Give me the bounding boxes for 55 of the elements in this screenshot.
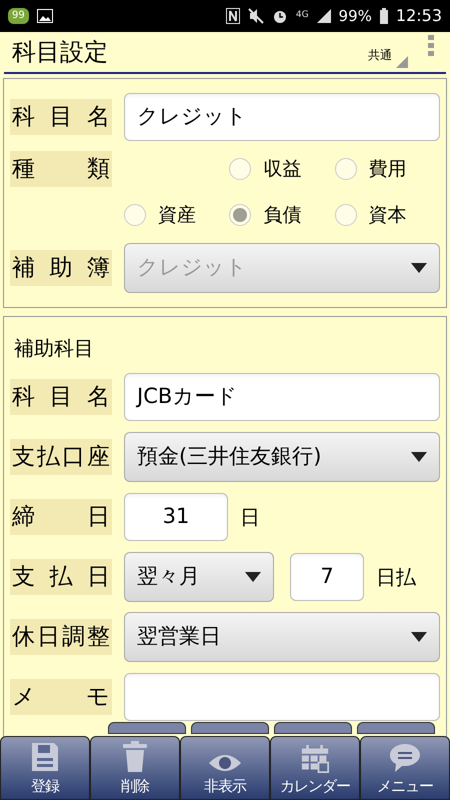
trash-icon (122, 740, 148, 772)
radio-option[interactable]: 収益 (229, 151, 335, 187)
radio-option[interactable]: 費用 (334, 151, 440, 187)
field-label: 支払口座 (10, 439, 112, 475)
radio-button[interactable] (334, 204, 357, 226)
overflow-menu-icon[interactable] (428, 35, 434, 56)
clock: 12:53 (396, 5, 442, 27)
battery-percent: 99% (338, 6, 372, 27)
network-type: 4G (296, 9, 309, 22)
signal-icon (316, 9, 331, 23)
field-label: 支払日 (10, 559, 112, 595)
eye-icon (208, 752, 242, 772)
nfc-icon (226, 8, 240, 24)
toolbar-button[interactable]: 削除 (90, 736, 180, 800)
text-field[interactable] (124, 673, 440, 721)
dropdown[interactable]: 翌営業日 (124, 612, 440, 662)
toolbar-button[interactable]: メニュー (360, 736, 450, 800)
radio-button[interactable] (229, 204, 252, 226)
unit-label: 日 (240, 504, 260, 531)
toolbar-button[interactable]: 非表示 (180, 736, 270, 800)
section-heading: 補助科目 (13, 335, 95, 362)
field-label: 種類 (10, 151, 112, 187)
radio-button[interactable] (229, 158, 252, 180)
dropdown-caret-icon (245, 572, 261, 582)
field-label: 科目名 (10, 379, 112, 415)
dropdown-caret-icon (411, 632, 427, 642)
alarm-icon (272, 8, 288, 24)
radio-option[interactable]: 資本 (334, 197, 440, 233)
dropdown-caret-icon (411, 452, 427, 462)
text-field[interactable]: 31 (124, 493, 228, 541)
field-label: メモ (10, 679, 112, 715)
radio-option[interactable]: 資産 (124, 197, 230, 233)
screen-title: 科目設定 (12, 37, 108, 68)
dropdown[interactable]: 翌々月 (124, 552, 274, 602)
text-field[interactable]: JCBカード (124, 373, 440, 421)
calendar-icon (301, 744, 329, 772)
image-icon (36, 9, 53, 23)
field-label: 補助簿 (10, 250, 112, 286)
toolbar-button[interactable]: カレンダー (270, 736, 360, 800)
speech-bubble-icon (389, 742, 421, 772)
field-label: 締日 (10, 499, 112, 535)
text-field[interactable]: クレジット (124, 93, 440, 141)
radio-button[interactable] (124, 204, 146, 226)
unit-label: 日払 (376, 564, 416, 591)
battery-icon (380, 8, 388, 24)
dropdown[interactable]: 預金(三井住友銀行) (124, 432, 440, 482)
toolbar-button[interactable]: 登録 (0, 736, 90, 800)
dropdown-caret-icon (411, 263, 427, 273)
app-badge: 99 (8, 8, 29, 24)
text-field[interactable]: 7 (290, 553, 364, 601)
field-label: 休日調整 (10, 619, 112, 655)
mute-icon (248, 8, 264, 24)
radio-button[interactable] (334, 158, 357, 180)
field-label: 科目名 (10, 99, 112, 135)
radio-option[interactable]: 負債 (229, 197, 335, 233)
